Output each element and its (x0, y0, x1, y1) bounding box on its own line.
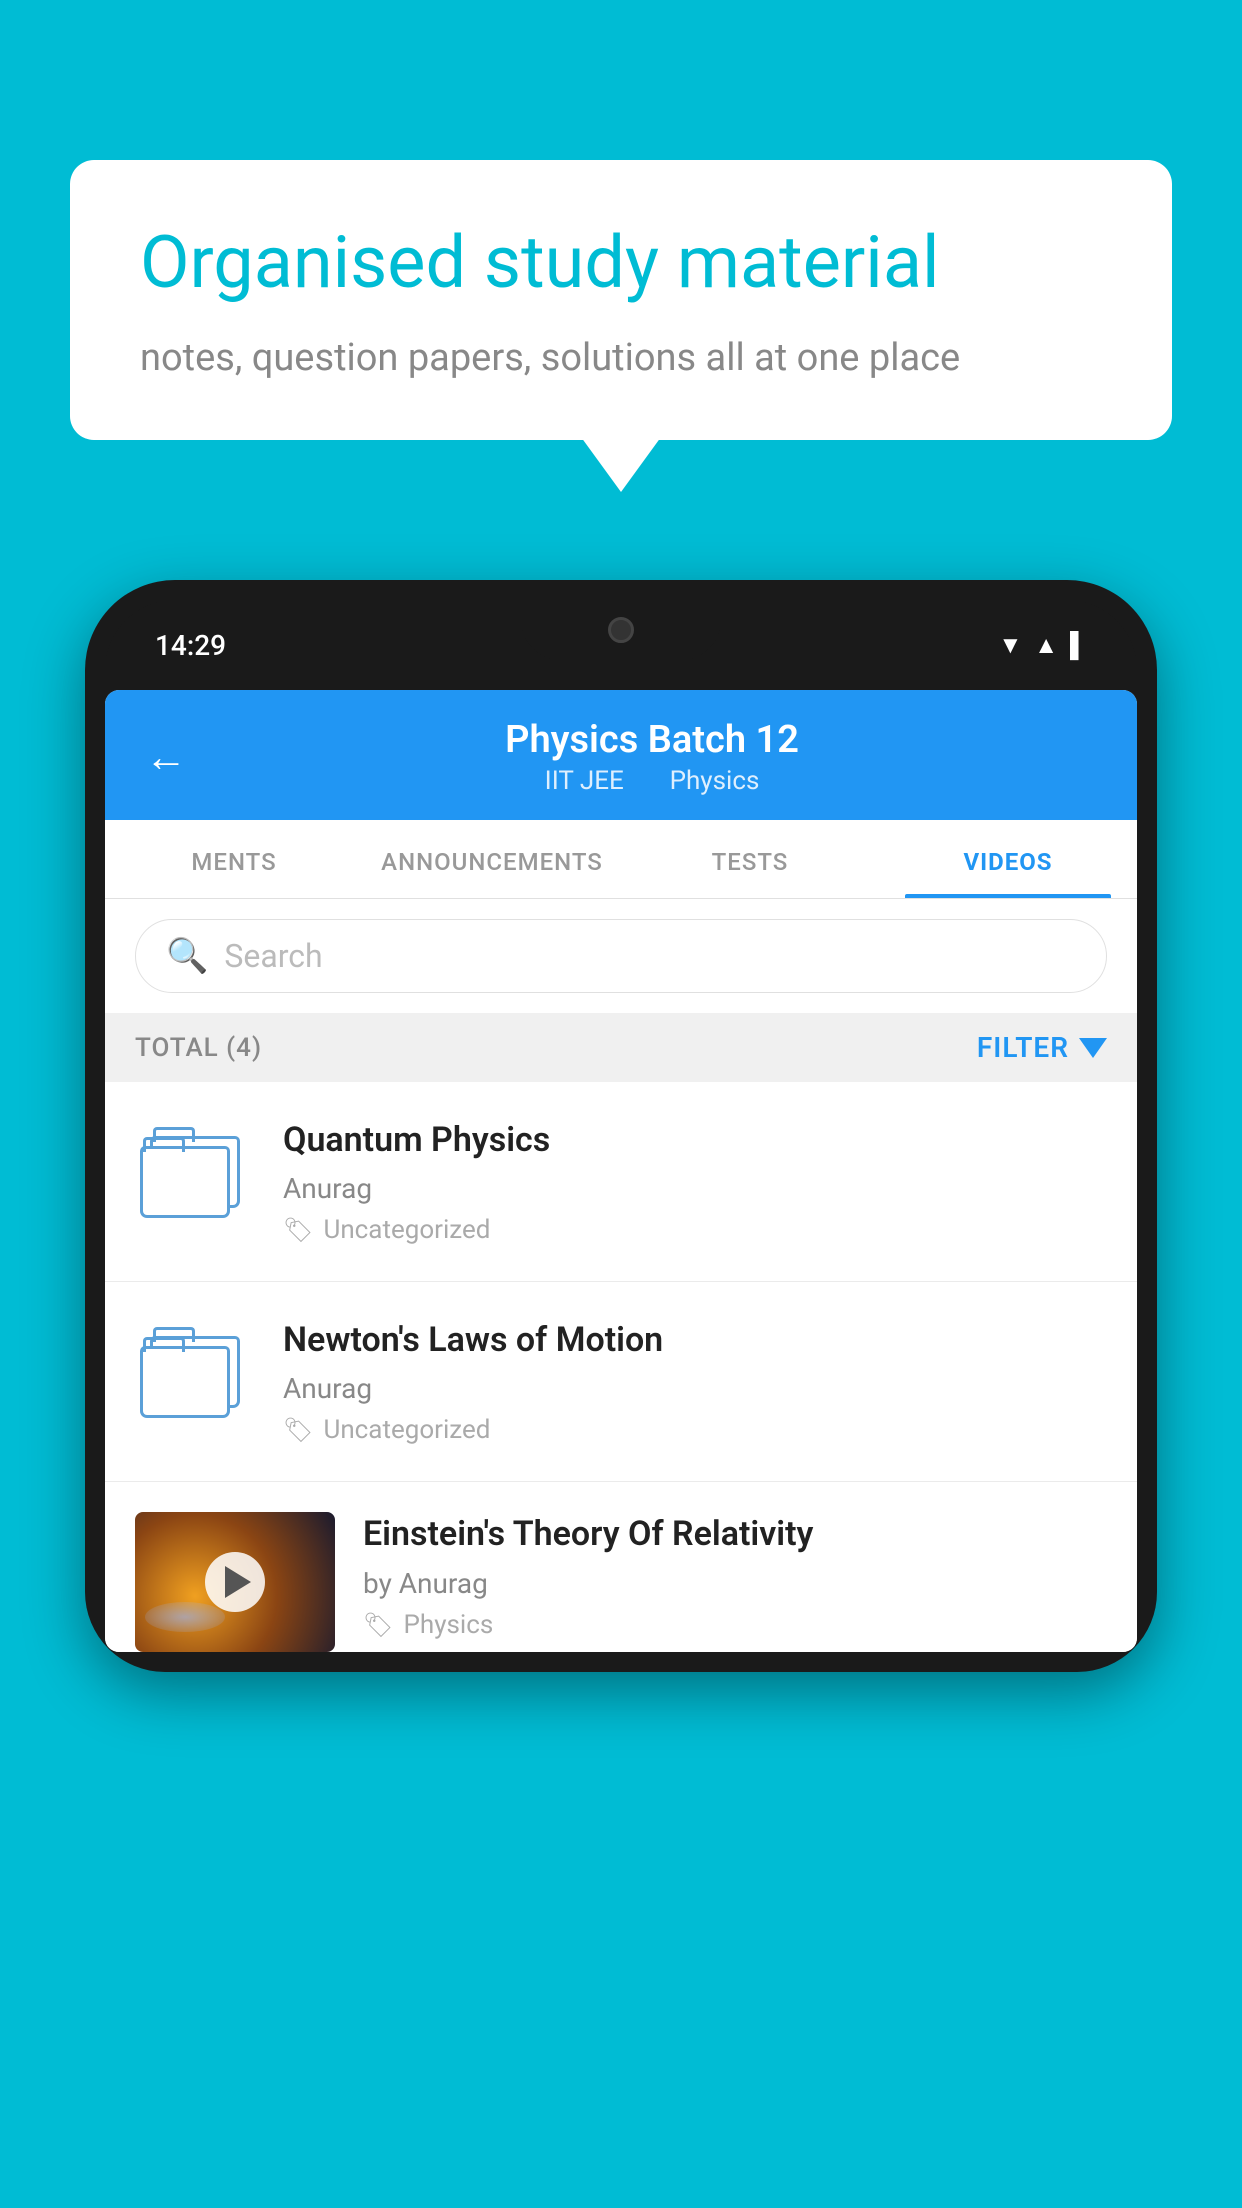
video-info: Newton's Laws of Motion Anurag 🏷 Uncateg… (283, 1318, 1107, 1445)
total-count: TOTAL (4) (135, 1033, 262, 1063)
app-header: ← Physics Batch 12 IIT JEE Physics (105, 690, 1137, 820)
phone-camera (608, 617, 634, 643)
phone-screen: ← Physics Batch 12 IIT JEE Physics MENTS… (105, 690, 1137, 1652)
tab-tests[interactable]: TESTS (621, 820, 879, 898)
back-button[interactable]: ← (145, 733, 187, 782)
header-title: Physics Batch 12 (207, 718, 1097, 762)
tab-announcements[interactable]: ANNOUNCEMENTS (363, 820, 621, 898)
tab-videos[interactable]: VIDEOS (879, 820, 1137, 898)
list-item[interactable]: Newton's Laws of Motion Anurag 🏷 Uncateg… (105, 1282, 1137, 1482)
tag-icon: 🏷 (363, 1611, 393, 1639)
phone-status-icons: ▼ ▲ ▌ (998, 631, 1087, 660)
folder-front (140, 1346, 230, 1418)
tag-icon: 🏷 (283, 1216, 313, 1244)
video-tag: 🏷 Uncategorized (283, 1215, 1107, 1245)
video-list: Quantum Physics Anurag 🏷 Uncategorized (105, 1082, 1137, 1652)
search-box[interactable]: 🔍 Search (135, 919, 1107, 993)
wifi-icon: ▼ (998, 631, 1022, 660)
header-subtitle: IIT JEE Physics (207, 766, 1097, 796)
subtitle-part2: Physics (670, 766, 760, 796)
bubble-subtitle: notes, question papers, solutions all at… (140, 336, 1102, 380)
folder-front (140, 1146, 230, 1218)
bubble-title: Organised study material (140, 220, 1102, 306)
battery-icon: ▌ (1070, 631, 1087, 660)
play-button[interactable] (205, 1552, 265, 1612)
filter-button[interactable]: FILTER (977, 1031, 1107, 1064)
header-title-area: Physics Batch 12 IIT JEE Physics (207, 718, 1097, 796)
video-tag: 🏷 Uncategorized (283, 1415, 1107, 1445)
video-thumbnail-image (135, 1512, 335, 1652)
video-author: by Anurag (363, 1567, 1107, 1600)
search-input[interactable]: Search (224, 937, 322, 975)
phone-notch (521, 600, 721, 660)
video-folder-icon (135, 1118, 255, 1218)
video-author: Anurag (283, 1372, 1107, 1405)
video-folder-icon (135, 1318, 255, 1418)
video-tag: 🏷 Physics (363, 1610, 1107, 1640)
speech-bubble-container: Organised study material notes, question… (70, 160, 1172, 440)
speech-bubble: Organised study material notes, question… (70, 160, 1172, 440)
filter-icon (1079, 1038, 1107, 1058)
video-info: Einstein's Theory Of Relativity by Anura… (363, 1512, 1107, 1639)
video-info: Quantum Physics Anurag 🏷 Uncategorized (283, 1118, 1107, 1245)
search-icon: 🔍 (166, 936, 208, 976)
filter-bar: TOTAL (4) FILTER (105, 1013, 1137, 1082)
tab-ments[interactable]: MENTS (105, 820, 363, 898)
search-area: 🔍 Search (105, 899, 1137, 1013)
subtitle-part1: IIT JEE (545, 766, 624, 796)
list-item[interactable]: Quantum Physics Anurag 🏷 Uncategorized (105, 1082, 1137, 1282)
play-icon (225, 1566, 251, 1598)
phone-status-bar: 14:29 ▼ ▲ ▌ (105, 600, 1137, 690)
thumbnail-glow (145, 1602, 225, 1632)
phone-wrapper: 14:29 ▼ ▲ ▌ ← Physics Batch 12 IIT JEE (85, 580, 1157, 2208)
tabs-bar: MENTS ANNOUNCEMENTS TESTS VIDEOS (105, 820, 1137, 899)
video-title: Quantum Physics (283, 1118, 1107, 1162)
video-author: Anurag (283, 1172, 1107, 1205)
video-title: Einstein's Theory Of Relativity (363, 1512, 1107, 1556)
signal-icon: ▲ (1034, 631, 1058, 660)
video-title: Newton's Laws of Motion (283, 1318, 1107, 1362)
phone-outer: 14:29 ▼ ▲ ▌ ← Physics Batch 12 IIT JEE (85, 580, 1157, 1672)
phone-time: 14:29 (155, 629, 226, 662)
list-item[interactable]: Einstein's Theory Of Relativity by Anura… (105, 1482, 1137, 1652)
tag-icon: 🏷 (283, 1416, 313, 1444)
